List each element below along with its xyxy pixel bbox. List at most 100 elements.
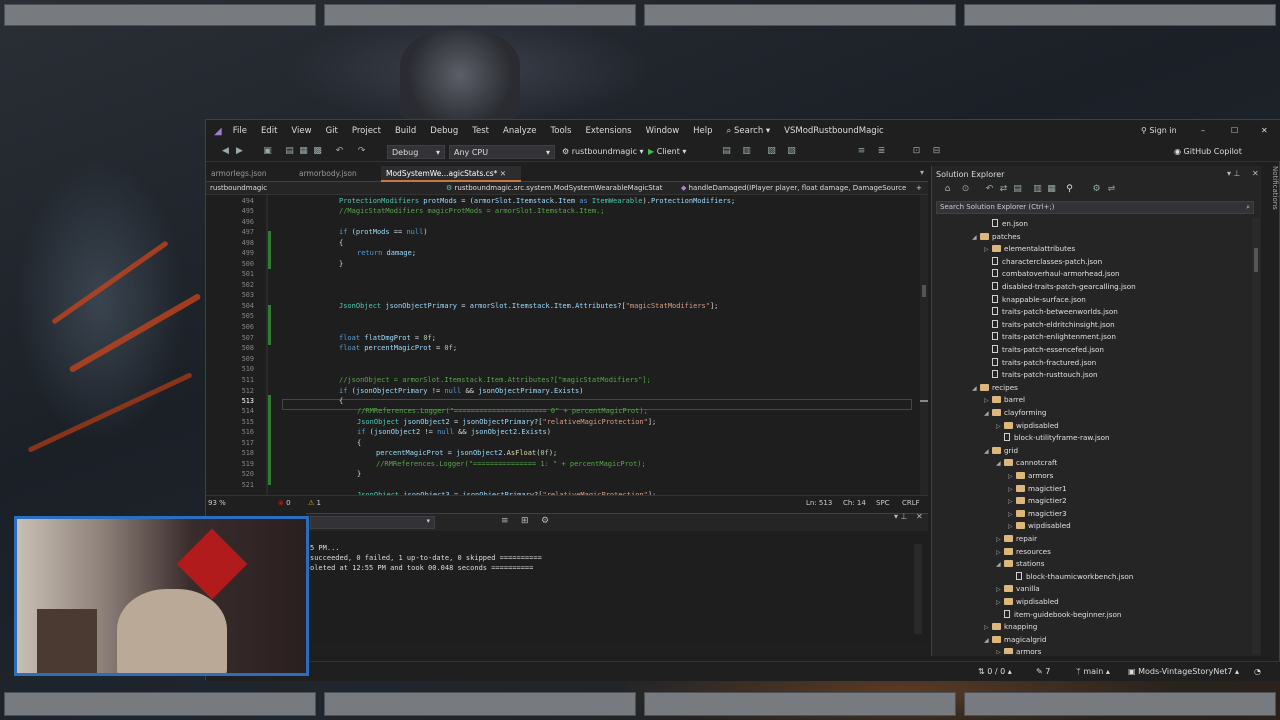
notifications-bell-icon[interactable]: ◔ (1254, 665, 1261, 679)
back-icon[interactable]: ↶ (984, 184, 995, 195)
close-window-button[interactable]: ✕ (1261, 120, 1268, 142)
output-scrollbar[interactable] (914, 544, 922, 634)
tab-overflow-icon[interactable]: ▾ (920, 168, 924, 177)
tree-folder[interactable]: ▷ elementalattributes (984, 243, 1075, 255)
collapsed-arrow-icon[interactable]: ▷ (1008, 521, 1016, 533)
code-editor[interactable]: 494 495 496 497 498 499 500 501 502 503 504 505 506 5… (206, 195, 920, 495)
collapsed-arrow-icon[interactable]: ▷ (984, 395, 992, 407)
word-wrap-icon[interactable]: ≡ (501, 516, 509, 526)
open-folder-icon[interactable]: ▤ (284, 146, 295, 157)
tree-folder[interactable]: ▷ magictier2 (1008, 495, 1067, 507)
bookmark-icon[interactable]: ⊡ (911, 146, 922, 157)
collapsed-arrow-icon[interactable]: ▷ (996, 597, 1004, 609)
collapsed-arrow-icon[interactable]: ▷ (1008, 509, 1016, 521)
collapsed-arrow-icon[interactable]: ▷ (1008, 471, 1016, 483)
menu-edit[interactable]: Edit (254, 120, 284, 142)
tab-armorbody[interactable]: armorbody.json (294, 166, 362, 182)
tree-file[interactable]: characterclasses-patch.json (984, 256, 1102, 268)
collapsed-arrow-icon[interactable]: ▷ (1008, 484, 1016, 496)
tree-file[interactable]: traits-patch-eldritchinsight.json (984, 319, 1115, 331)
show-all-files-icon[interactable]: ▥ (1032, 184, 1043, 195)
collapsed-arrow-icon[interactable]: ▷ (1008, 496, 1016, 508)
home-icon[interactable]: ⌂ (942, 184, 953, 195)
pending-changes[interactable]: ✎ 7 (1036, 665, 1050, 679)
redo-icon[interactable]: ↷ (356, 146, 367, 157)
scrollbar-thumb[interactable] (922, 285, 926, 297)
collapsed-arrow-icon[interactable]: ▷ (996, 534, 1004, 546)
menu-project[interactable]: Project (345, 120, 388, 142)
branch-selector[interactable]: ᛘ main ▴ (1076, 665, 1110, 679)
refresh-icon[interactable]: ▦ (1046, 184, 1057, 195)
configuration-dropdown[interactable]: Debug ▾ (387, 145, 445, 159)
tree-folder[interactable]: ▷ armors (1008, 470, 1053, 482)
tree-folder[interactable]: ▷ magictier1 (1008, 483, 1067, 495)
tree-folder[interactable]: ▷ barrel (984, 394, 1025, 406)
class-dropdown[interactable]: ⚙ rustboundmagic.src.system.ModSystemWea… (446, 182, 671, 195)
close-tab-icon[interactable]: ✕ (500, 169, 506, 178)
expanded-arrow-icon[interactable]: ◢ (984, 408, 992, 420)
start-debugging-button[interactable]: ▶ Client ▾ (648, 145, 686, 159)
tree-folder[interactable]: ▷ armors (996, 646, 1041, 654)
column-indicator[interactable]: Ch: 14 (843, 497, 866, 509)
save-all-icon[interactable]: ▩ (312, 146, 323, 157)
tree-file[interactable]: knappable-surface.json (984, 294, 1086, 306)
menu-analyze[interactable]: Analyze (496, 120, 544, 142)
tree-file[interactable]: traits-patch-rusttouch.json (984, 369, 1098, 381)
tree-folder[interactable]: ▷ wipdisabled (996, 420, 1059, 432)
tree-folder[interactable]: ◢ grid (984, 445, 1018, 457)
undo-icon[interactable]: ↶ (334, 146, 345, 157)
collapsed-arrow-icon[interactable]: ▷ (984, 622, 992, 634)
clear-output-icon[interactable]: ⊞ (521, 516, 529, 526)
tab-modsystem-active[interactable]: ModSystemWe...agicStats.cs* ✕ (381, 166, 521, 182)
tree-file[interactable]: block-thaumicworkbench.json (1008, 571, 1133, 583)
error-count[interactable]: ⊗ 0 (278, 497, 291, 509)
tree-folder[interactable]: ▷ vanilla (996, 583, 1040, 595)
collapsed-arrow-icon[interactable]: ▷ (996, 547, 1004, 559)
menu-debug[interactable]: Debug (423, 120, 465, 142)
tree-file[interactable]: disabled-traits-patch-gearcalling.json (984, 281, 1136, 293)
tree-file[interactable]: traits-patch-essencefed.json (984, 344, 1104, 356)
tree-folder[interactable]: ▷ wipdisabled (996, 596, 1059, 608)
menu-test[interactable]: Test (465, 120, 496, 142)
tree-folder[interactable]: ◢ magicalgrid (984, 634, 1046, 646)
menu-tools[interactable]: Tools (544, 120, 579, 142)
back-icon[interactable]: ◀ (220, 146, 231, 157)
repository-selector[interactable]: ▣ Mods-VintageStoryNet7 ▴ (1128, 665, 1239, 679)
save-icon[interactable]: ▦ (298, 146, 309, 157)
close-panel-icon[interactable]: ✕ (916, 512, 923, 521)
editor-scrollbar[interactable] (920, 195, 928, 495)
new-project-icon[interactable]: ▣ (262, 146, 273, 157)
breakpoint-icon[interactable]: ▨ (786, 146, 797, 157)
window-layout-icon[interactable]: ▥ (741, 146, 752, 157)
properties-icon[interactable]: ⚙ (1091, 184, 1102, 195)
line-ending-indicator[interactable]: CRLF (902, 497, 920, 509)
menu-view[interactable]: View (284, 120, 318, 142)
tree-file[interactable]: block-utilityframe-raw.json (996, 432, 1110, 444)
member-dropdown[interactable]: ◆ handleDamaged(IPlayer player, float da… (681, 182, 913, 195)
tree-folder[interactable]: ▷ wipdisabled (1008, 520, 1071, 532)
tree-folder[interactable]: ▷ repair (996, 533, 1037, 545)
changes-indicator[interactable]: ⇅ 0 / 0 ▴ (978, 665, 1012, 679)
project-dropdown[interactable]: rustboundmagic (210, 182, 440, 195)
platform-dropdown[interactable]: Any CPU ▾ (449, 145, 555, 159)
github-copilot-button[interactable]: ◉ GitHub Copilot (1174, 145, 1242, 159)
expanded-arrow-icon[interactable]: ◢ (996, 559, 1004, 571)
tab-armorlegs[interactable]: armorlegs.json (206, 166, 272, 182)
debug-tools-icon[interactable]: ▧ (766, 146, 777, 157)
switch-views-icon[interactable]: ⊙ (960, 184, 971, 195)
format-icon[interactable]: ≡ (856, 146, 867, 157)
tree-file[interactable]: traits-patch-fractured.json (984, 357, 1096, 369)
menu-build[interactable]: Build (388, 120, 423, 142)
notifications-tab[interactable]: Notifications (1263, 166, 1279, 266)
expanded-arrow-icon[interactable]: ◢ (972, 383, 980, 395)
collapsed-arrow-icon[interactable]: ▷ (996, 584, 1004, 596)
tree-scrollbar[interactable] (1252, 218, 1260, 654)
sign-in-button[interactable]: ⚲ Sign in (1141, 120, 1177, 142)
close-panel-icon[interactable]: ✕ (1252, 169, 1259, 178)
expanded-arrow-icon[interactable]: ◢ (996, 458, 1004, 470)
split-editor-icon[interactable]: + (916, 182, 922, 195)
expanded-arrow-icon[interactable]: ◢ (984, 446, 992, 458)
preview-icon[interactable]: ⇌ (1106, 184, 1117, 195)
forward-icon[interactable]: ▶ (234, 146, 245, 157)
tree-file[interactable]: en.json (984, 218, 1028, 230)
